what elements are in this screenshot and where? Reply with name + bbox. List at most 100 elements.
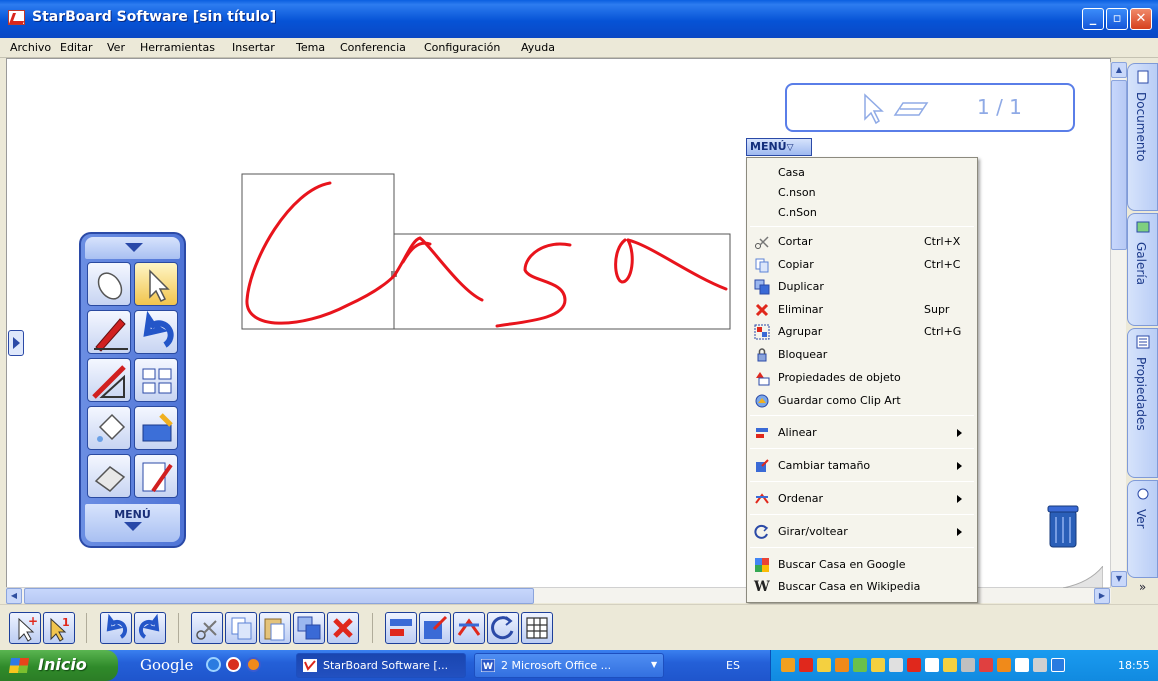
copy-button[interactable] [225, 612, 257, 644]
eraser-tool-button[interactable] [87, 454, 131, 498]
taskbar-item-starboard[interactable]: StarBoard Software [... [296, 653, 466, 678]
fill-tool-button[interactable] [87, 406, 131, 450]
tray-icon[interactable] [781, 658, 795, 672]
wikipedia-icon: W [754, 579, 770, 595]
add-page-button[interactable]: + [9, 612, 41, 644]
menu-item-agrupar[interactable]: Agrupar Ctrl+G [747, 321, 977, 343]
menu-item-propiedades-objeto[interactable]: Propiedades de objeto [747, 367, 977, 389]
menu-item-eliminar[interactable]: Eliminar Supr [747, 299, 977, 321]
tray-icon[interactable] [1015, 658, 1029, 672]
align-button[interactable] [385, 612, 417, 644]
selection-box-right[interactable] [393, 233, 731, 330]
tray-icon[interactable] [835, 658, 849, 672]
language-indicator[interactable]: ES [726, 659, 740, 672]
scroll-left-arrow[interactable]: ◀ [6, 588, 22, 604]
taskbar-item-office[interactable]: W 2 Microsoft Office ... ▼ [474, 653, 664, 678]
select-tool-button[interactable] [134, 262, 178, 306]
menu-item-girar-voltear[interactable]: Girar/voltear [747, 521, 977, 543]
tray-icon[interactable] [997, 658, 1011, 672]
tray-icon[interactable] [889, 658, 903, 672]
google-toolbar[interactable]: Google [140, 656, 193, 674]
paste-button[interactable] [259, 612, 291, 644]
scroll-down-arrow[interactable]: ▼ [1111, 571, 1127, 587]
bottom-toolbar: + 1 [0, 604, 1158, 650]
resize-button[interactable] [419, 612, 451, 644]
tab-galeria[interactable]: Galería [1127, 213, 1158, 326]
tray-icon[interactable] [871, 658, 885, 672]
order-button[interactable] [453, 612, 485, 644]
tools-button[interactable] [134, 406, 178, 450]
delete-button[interactable] [327, 612, 359, 644]
menu-item-copiar[interactable]: Copiar Ctrl+C [747, 254, 977, 276]
tab-documento-label: Documento [1134, 92, 1148, 162]
menu-item-guardar-clipart[interactable]: Guardar como Clip Art [747, 390, 977, 412]
recognition-candidate[interactable]: C.nson [778, 186, 816, 199]
cut-button[interactable] [191, 612, 223, 644]
mouse-icon [97, 272, 123, 300]
tray-icon[interactable] [925, 658, 939, 672]
layout-tool-button[interactable] [134, 358, 178, 402]
menu-item-buscar-wikipedia[interactable]: W Buscar Casa en Wikipedia [747, 576, 977, 598]
copy-icon [231, 617, 252, 640]
pointer-icon [149, 269, 170, 303]
tray-icon[interactable] [853, 658, 867, 672]
shape-pen-button[interactable] [87, 358, 131, 402]
undo-tool-button[interactable] [134, 310, 178, 354]
scroll-up-arrow[interactable]: ▲ [1111, 62, 1127, 78]
toolbox-collapse-button[interactable] [85, 237, 180, 259]
grid-button[interactable] [521, 612, 553, 644]
menu-item-alinear[interactable]: Alinear [747, 422, 977, 444]
pen-tool-button[interactable] [87, 310, 131, 354]
trash-bin-icon[interactable] [1046, 503, 1080, 549]
tab-ver[interactable]: Ver [1127, 480, 1158, 578]
selection-box-left[interactable] [241, 173, 395, 330]
pages-icon[interactable] [893, 102, 929, 116]
context-menu-title[interactable]: MENÚ▽ [746, 138, 812, 156]
network-icon[interactable] [1033, 658, 1047, 672]
delete-icon [333, 618, 353, 638]
tray-icon[interactable] [907, 658, 921, 672]
opera-icon[interactable] [226, 657, 241, 672]
menu-item-ordenar[interactable]: Ordenar [747, 488, 977, 510]
mouse-mode-button[interactable] [87, 262, 131, 306]
duplicate-icon [297, 616, 321, 640]
redo-icon [138, 613, 160, 639]
pointer-icon[interactable] [864, 93, 884, 125]
tray-icon[interactable] [979, 658, 993, 672]
tray-icon[interactable] [817, 658, 831, 672]
tray-icon[interactable] [799, 658, 813, 672]
vertical-scrollbar[interactable]: ▲ ▼ [1110, 62, 1127, 587]
vertical-scroll-thumb[interactable] [1111, 80, 1127, 250]
rotate-button[interactable] [487, 612, 519, 644]
undo-button[interactable] [100, 612, 132, 644]
tray-icon[interactable] [1051, 658, 1065, 672]
page-curl-icon[interactable] [1063, 566, 1103, 588]
duplicate-button[interactable] [293, 612, 325, 644]
menu-item-cortar[interactable]: Cortar Ctrl+X [747, 231, 977, 253]
toolbox-menu-button[interactable]: MENÚ [85, 504, 180, 542]
volume-icon[interactable] [943, 658, 957, 672]
select-page-button[interactable]: 1 [43, 612, 75, 644]
tab-propiedades[interactable]: Propiedades [1127, 328, 1158, 478]
scroll-right-arrow[interactable]: ▶ [1094, 588, 1110, 604]
menu-item-label: Guardar como Clip Art [778, 394, 901, 407]
tab-documento[interactable]: Documento [1127, 63, 1158, 211]
internet-explorer-icon[interactable] [206, 657, 221, 672]
menu-item-buscar-google[interactable]: Buscar Casa en Google [747, 554, 977, 576]
side-tabs-scroll-button[interactable]: » [1127, 580, 1158, 605]
tray-icon[interactable] [961, 658, 975, 672]
resize-icon [424, 615, 448, 639]
toolbar-expand-button[interactable] [8, 330, 24, 356]
recognition-candidate[interactable]: C.nSon [778, 206, 817, 219]
customize-button[interactable] [134, 454, 178, 498]
menu-item-duplicar[interactable]: Duplicar [747, 276, 977, 298]
recognition-candidate[interactable]: Casa [778, 166, 805, 179]
firefox-icon[interactable] [246, 657, 261, 672]
menu-item-bloquear[interactable]: Bloquear [747, 344, 977, 366]
redo-button[interactable] [134, 612, 166, 644]
menu-item-cambiar-tamano[interactable]: Cambiar tamaño [747, 455, 977, 477]
horizontal-scroll-thumb[interactable] [24, 588, 534, 604]
start-button[interactable]: Inicio [0, 650, 118, 681]
group-icon [754, 324, 770, 340]
taskbar-clock[interactable]: 18:55 [1118, 659, 1150, 672]
